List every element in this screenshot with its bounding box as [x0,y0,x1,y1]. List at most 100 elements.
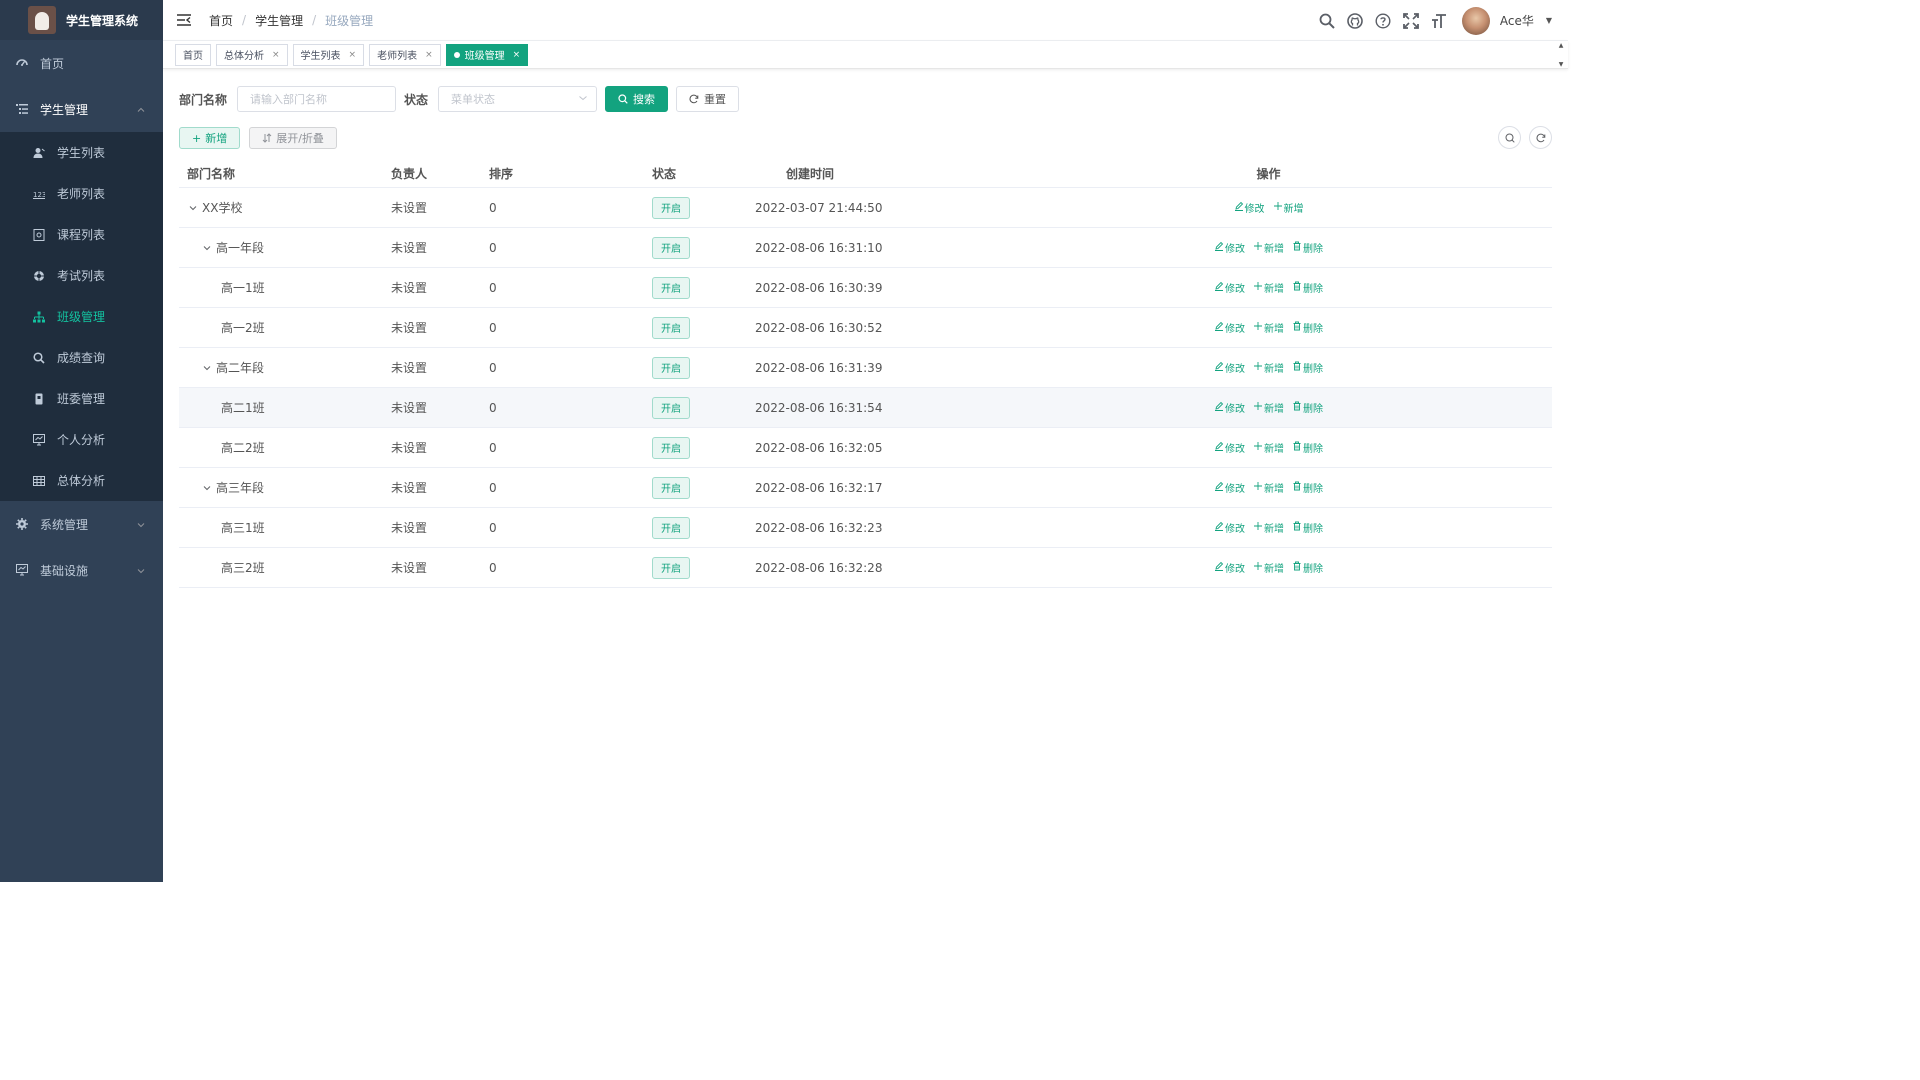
status-badge: 开启 [652,476,690,499]
add-child-button[interactable]: 新增 [1253,560,1284,575]
edit-button[interactable]: 修改 [1234,200,1265,215]
tag-home[interactable]: 首页 [175,43,211,66]
header-created-time[interactable]: 创建时间 [755,165,985,182]
add-child-button[interactable]: 新增 [1253,360,1284,375]
delete-button[interactable]: 删除 [1292,560,1323,575]
chevron-down-icon[interactable] [187,202,199,214]
sidebar-item-personal-analysis[interactable]: 个人分析 [0,419,163,460]
sidebar-item-exam-list[interactable]: 考试列表 [0,255,163,296]
edit-button[interactable]: 修改 [1214,440,1245,455]
add-child-button[interactable]: 新增 [1253,240,1284,255]
header-status[interactable]: 状态 [652,165,755,182]
add-child-button[interactable]: 新增 [1253,320,1284,335]
close-icon[interactable]: × [349,50,357,60]
delete-button[interactable]: 删除 [1292,240,1323,255]
edit-icon [1214,321,1224,334]
add-child-button[interactable]: 新增 [1253,400,1284,415]
status-select[interactable]: 菜单状态 [438,86,598,112]
search-icon[interactable] [1318,12,1336,30]
edit-button[interactable]: 修改 [1214,240,1245,255]
sidebar-item-teacher-list[interactable]: 123 老师列表 [0,173,163,214]
tag-teacher-list[interactable]: 老师列表 × [369,43,441,66]
delete-button[interactable]: 删除 [1292,440,1323,455]
svg-text:123: 123 [33,191,45,199]
close-icon[interactable]: × [513,50,521,60]
sidebar-item-course-list[interactable]: 课程列表 [0,214,163,255]
expand-collapse-button[interactable]: 展开/折叠 [249,127,337,149]
sidebar-item-student-list[interactable]: 学生列表 [0,132,163,173]
chevron-down-icon[interactable] [201,482,213,494]
chevron-down-icon [136,565,146,575]
hamburger-icon[interactable] [177,13,191,27]
form-icon [33,228,45,241]
reset-button[interactable]: 重置 [676,86,740,112]
user-name[interactable]: Ace华 [1500,12,1534,29]
plus-icon [1253,561,1263,574]
chevron-down-icon[interactable] [201,362,213,374]
fullscreen-icon[interactable] [1402,12,1420,30]
scroll-down-icon[interactable]: ▼ [1559,61,1564,68]
sidebar-item-class-management[interactable]: 班级管理 [0,296,163,337]
sidebar-item-committee-management[interactable]: 班委管理 [0,378,163,419]
sidebar-item-overall-analysis[interactable]: 总体分析 [0,460,163,501]
edit-button[interactable]: 修改 [1214,280,1245,295]
caret-down-icon[interactable]: ▼ [1546,16,1552,25]
add-child-button[interactable]: 新增 [1253,440,1284,455]
scroll-up-icon[interactable]: ▲ [1559,42,1564,49]
sidebar-item-student-management[interactable]: 学生管理 [0,86,163,132]
logo[interactable]: 学生管理系统 [0,0,163,40]
delete-button[interactable]: 删除 [1292,480,1323,495]
delete-button[interactable]: 删除 [1292,280,1323,295]
cell-dept-name: 高二2班 [179,439,391,456]
sidebar-item-score-query[interactable]: 成绩查询 [0,337,163,378]
add-child-button[interactable]: 新增 [1253,520,1284,535]
delete-button[interactable]: 删除 [1292,360,1323,375]
plus-icon [1253,521,1263,534]
sidebar-item-home[interactable]: 首页 [0,40,163,86]
chevron-down-icon[interactable] [201,242,213,254]
breadcrumb: 首页 / 学生管理 / 班级管理 [209,12,373,29]
sidebar-item-system-management[interactable]: 系统管理 [0,501,163,547]
refresh-button[interactable] [1529,126,1552,149]
edit-button[interactable]: 修改 [1214,400,1245,415]
tags-scroll[interactable]: ▲ ▼ [1556,42,1566,68]
gear-icon [16,518,28,530]
font-size-icon[interactable] [1430,12,1448,30]
header-dept-name[interactable]: 部门名称 [179,165,391,182]
badge-icon [33,393,45,405]
avatar[interactable] [1461,6,1490,35]
cell-sort: 0 [489,240,497,255]
delete-button[interactable]: 删除 [1292,520,1323,535]
close-icon[interactable]: × [425,50,433,60]
toggle-search-button[interactable] [1498,126,1521,149]
help-icon[interactable] [1374,12,1392,30]
search-button[interactable]: 搜索 [605,86,669,112]
add-button[interactable]: + 新增 [179,127,241,149]
dept-name-input[interactable]: 请输入部门名称 [237,86,397,112]
header-sort[interactable]: 排序 [489,165,652,182]
tag-class-management[interactable]: 班级管理 × [445,43,529,66]
add-label: 新增 [1264,244,1284,255]
tag-overall-analysis[interactable]: 总体分析 × [216,43,288,66]
tag-student-list[interactable]: 学生列表 × [292,43,365,66]
sidebar-item-infrastructure[interactable]: 基础设施 [0,547,163,593]
delete-button[interactable]: 删除 [1292,320,1323,335]
cell-leader: 未设置 [391,201,428,215]
cell-operations: 修改 新增 [985,200,1552,215]
trash-icon [1292,321,1302,334]
edit-button[interactable]: 修改 [1214,360,1245,375]
close-icon[interactable]: × [272,50,280,60]
edit-button[interactable]: 修改 [1214,560,1245,575]
edit-button[interactable]: 修改 [1214,480,1245,495]
add-child-button[interactable]: 新增 [1273,200,1304,215]
edit-button[interactable]: 修改 [1214,320,1245,335]
breadcrumb-parent[interactable]: 学生管理 [255,12,303,29]
header-leader[interactable]: 负责人 [391,165,489,182]
delete-button[interactable]: 删除 [1292,400,1323,415]
breadcrumb-home[interactable]: 首页 [209,12,233,29]
add-child-button[interactable]: 新增 [1253,480,1284,495]
dept-name-text: 高二1班 [221,401,265,415]
edit-button[interactable]: 修改 [1214,520,1245,535]
github-icon[interactable] [1346,12,1364,30]
add-child-button[interactable]: 新增 [1253,280,1284,295]
